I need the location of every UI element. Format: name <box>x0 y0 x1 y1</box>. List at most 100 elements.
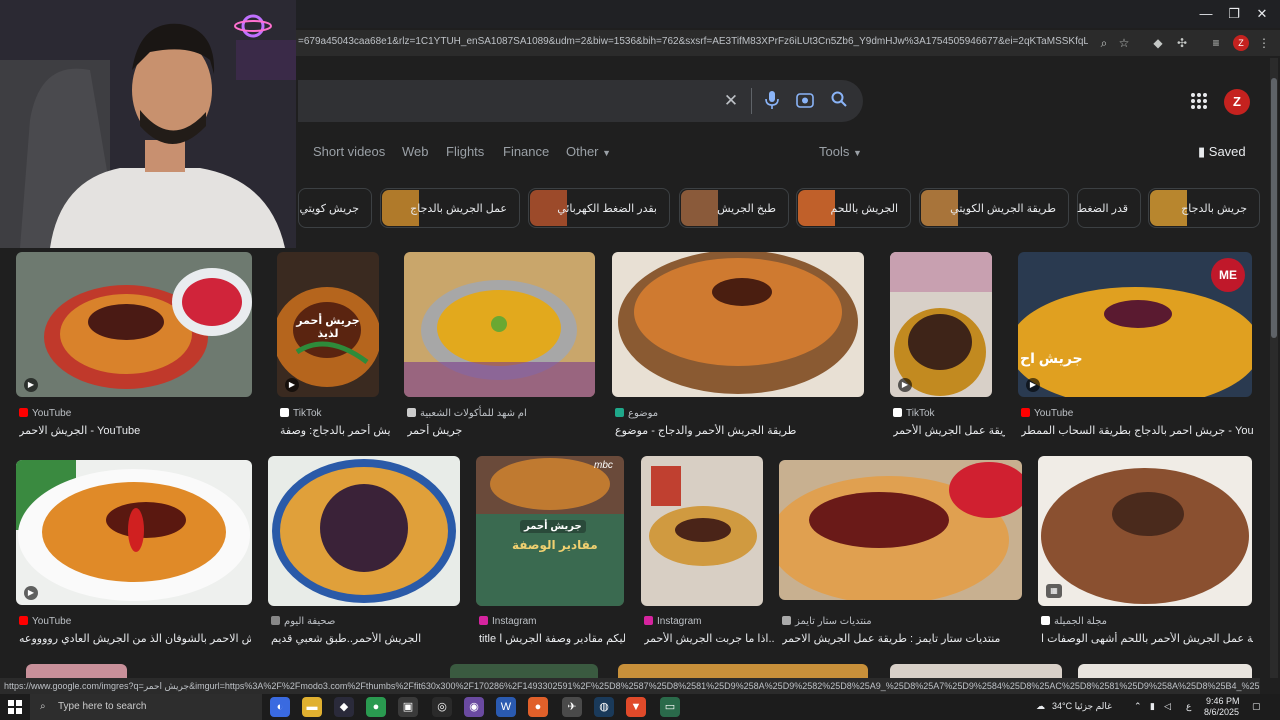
taskbar-search-input[interactable]: ⌕ Type here to search <box>30 694 262 720</box>
brave-icon[interactable]: ▼ <box>626 697 646 717</box>
image-result[interactable]: Instagram اذا ما جربت الجريش الأحمر... <box>641 456 774 650</box>
close-window-icon[interactable]: ✕ <box>1248 4 1276 24</box>
bookmark-star-icon[interactable]: ☆ <box>1116 35 1132 51</box>
image-result[interactable]: ▶ TikTok طريقة عمل الجريش الأحمر... <box>890 252 1005 442</box>
tab-web[interactable]: Web <box>402 144 429 159</box>
image-result[interactable]: ام شهد للمأكولات الشعبية جريش أحمر <box>404 252 595 442</box>
image-result[interactable]: mbc جريش أحمر مقادير الوصفة Instagram ti… <box>476 456 625 650</box>
result-thumbnail[interactable] <box>779 460 1022 600</box>
chip-related[interactable]: الجريش باللحم <box>796 188 911 228</box>
app-icon[interactable]: ✈ <box>562 697 582 717</box>
result-title[interactable]: title إليكم مقادير وصفة الجريش ا... <box>479 632 625 645</box>
page-scrollbar[interactable] <box>1270 58 1278 678</box>
extensions-puzzle-icon[interactable]: ✣ <box>1174 35 1190 51</box>
search-icon[interactable] <box>829 91 849 111</box>
result-title[interactable]: جريش أحمر <box>407 424 595 437</box>
gallery-icon: ▦ <box>1046 584 1062 598</box>
result-thumbnail[interactable] <box>16 460 252 605</box>
result-thumbnail-partial[interactable] <box>26 664 127 678</box>
word-icon[interactable]: W <box>496 697 516 717</box>
result-thumbnail-partial[interactable] <box>1078 664 1252 678</box>
result-title[interactable]: الجريش الأحمر..طبق شعبي قديم <box>271 632 461 645</box>
result-title[interactable]: اذا ما جربت الجريش الأحمر... <box>644 632 774 645</box>
chip-related[interactable]: طبخ الجريش <box>679 188 789 228</box>
url-text[interactable]: =679a45043caa68e1&rlz=1C1YTUH_enSA1087SA… <box>298 36 1088 47</box>
browser-menu-icon[interactable]: ⋮ <box>1256 35 1272 51</box>
microphone-icon[interactable]: ▮ <box>1150 701 1155 712</box>
result-source: مجلة الجميلة <box>1041 616 1107 627</box>
result-title[interactable]: طريقة عمل الجريش الأحمر باللحم أشهى الوص… <box>1041 632 1253 645</box>
result-thumbnail[interactable] <box>268 456 460 606</box>
image-result[interactable]: ME جريش اح ▶ YouTube جريش احمر بالدجاج ب… <box>1018 252 1253 442</box>
saved-button[interactable]: ▮ Saved <box>1198 144 1246 160</box>
search-input[interactable]: ✕ <box>298 80 863 122</box>
result-title[interactable]: منتديات ستار تايمز : طريقة عمل الجريش ال… <box>782 632 1022 645</box>
result-thumbnail[interactable] <box>641 456 763 606</box>
google-apps-icon[interactable] <box>1190 92 1210 112</box>
chip-related[interactable]: جريش بالدجاج <box>1148 188 1260 228</box>
volume-icon[interactable]: ◁ <box>1164 701 1171 712</box>
result-thumbnail[interactable] <box>1038 456 1252 606</box>
restore-icon[interactable]: ❐ <box>1220 4 1248 24</box>
store-icon[interactable]: ▣ <box>398 697 418 717</box>
app-icon[interactable]: ◉ <box>464 697 484 717</box>
image-result[interactable]: منتديات ستار تايمز منتديات ستار تايمز : … <box>779 460 1022 650</box>
image-result[interactable]: جريش أحمر لذيذ ▶ TikTok جريش أحمر بالدجا… <box>277 252 390 442</box>
clock-date[interactable]: 8/6/2025 <box>1204 707 1239 717</box>
result-title[interactable]: جريش أحمر بالدجاج: وصفة... <box>280 424 390 437</box>
microphone-icon[interactable] <box>762 91 782 111</box>
result-thumbnail-partial[interactable] <box>450 664 598 678</box>
tab-finance[interactable]: Finance <box>503 144 549 159</box>
result-title[interactable]: جريش احمر بالدجاج بطريقة السحاب الممطر -… <box>1021 424 1253 437</box>
app-icon[interactable]: ▭ <box>660 697 680 717</box>
image-result[interactable]: ▶ YouTube الجريش الاحمر - YouTube <box>16 252 252 442</box>
result-title[interactable]: الجريش الاحمر بالشوفان الذ من الجريش الع… <box>19 632 251 645</box>
app-icon[interactable]: ◆ <box>334 697 354 717</box>
weather-status[interactable]: 34°C غالم جزئيا <box>1052 701 1112 712</box>
tools-button[interactable]: Tools ▼ <box>819 144 862 159</box>
tray-chevron-icon[interactable]: ⌃ <box>1134 701 1142 712</box>
app-icon[interactable]: ◎ <box>432 697 452 717</box>
clock-time[interactable]: 9:46 PM <box>1206 696 1240 706</box>
result-thumbnail-partial[interactable] <box>618 664 868 678</box>
image-result[interactable]: موضوع طريقة الجريش الأحمر والدجاج - موضو… <box>612 252 864 442</box>
browser-profile-avatar[interactable]: Z <box>1233 35 1249 51</box>
tab-flights[interactable]: Flights <box>446 144 484 159</box>
account-avatar[interactable]: Z <box>1224 89 1250 115</box>
image-result[interactable]: ▦ مجلة الجميلة طريقة عمل الجريش الأحمر ب… <box>1038 456 1253 650</box>
windows-start-icon[interactable] <box>8 700 22 714</box>
result-thumbnail[interactable] <box>890 252 992 397</box>
chrome-icon[interactable]: ● <box>366 697 386 717</box>
media-list-icon[interactable]: ≡ <box>1208 35 1224 51</box>
image-result[interactable]: صحيفة اليوم الجريش الأحمر..طبق شعبي قديم <box>268 456 460 650</box>
copilot-icon[interactable]: ◐ <box>270 697 290 717</box>
result-title[interactable]: طريقة عمل الجريش الأحمر... <box>893 424 1005 437</box>
chip-related[interactable]: طريقة الجريش الكويتي <box>919 188 1069 228</box>
language-indicator[interactable]: ع <box>1186 701 1191 712</box>
chip-related[interactable]: قدر الضغط <box>1077 188 1141 228</box>
weather-icon[interactable]: ☁ <box>1036 701 1045 712</box>
result-thumbnail[interactable] <box>404 252 595 397</box>
tab-short-videos[interactable]: Short videos <box>313 144 385 159</box>
result-thumbnail-partial[interactable] <box>890 664 1062 678</box>
result-title[interactable]: طريقة الجريش الأحمر والدجاج - موضوع <box>615 424 865 437</box>
clear-icon[interactable]: ✕ <box>721 91 741 111</box>
related-search-chips: جريش كويتي عمل الجريش بالدجاج بقدر الضغط… <box>298 188 1260 228</box>
image-result[interactable]: ▶ YouTube الجريش الاحمر بالشوفان الذ من … <box>16 460 252 650</box>
camera-lens-icon[interactable] <box>795 91 815 111</box>
notifications-icon[interactable]: ▢ <box>1252 701 1261 712</box>
minimize-icon[interactable]: — <box>1192 4 1220 24</box>
firefox-icon[interactable]: ● <box>528 697 548 717</box>
chip-related[interactable]: جريش كويتي <box>298 188 372 228</box>
extension-diamond-icon[interactable]: ◆ <box>1150 35 1166 51</box>
chip-related[interactable]: بقدر الضغط الكهربائي <box>528 188 670 228</box>
file-explorer-icon[interactable]: ▬ <box>302 697 322 717</box>
tab-other[interactable]: Other ▼ <box>566 144 611 159</box>
result-thumbnail[interactable] <box>612 252 864 397</box>
zoom-icon[interactable]: ⌕ <box>1096 35 1112 51</box>
steam-icon[interactable]: ◍ <box>594 697 614 717</box>
chip-related[interactable]: عمل الجريش بالدجاج <box>380 188 520 228</box>
scrollbar-thumb[interactable] <box>1271 78 1277 338</box>
result-thumbnail[interactable] <box>16 252 252 397</box>
result-title[interactable]: الجريش الاحمر - YouTube <box>19 424 251 437</box>
